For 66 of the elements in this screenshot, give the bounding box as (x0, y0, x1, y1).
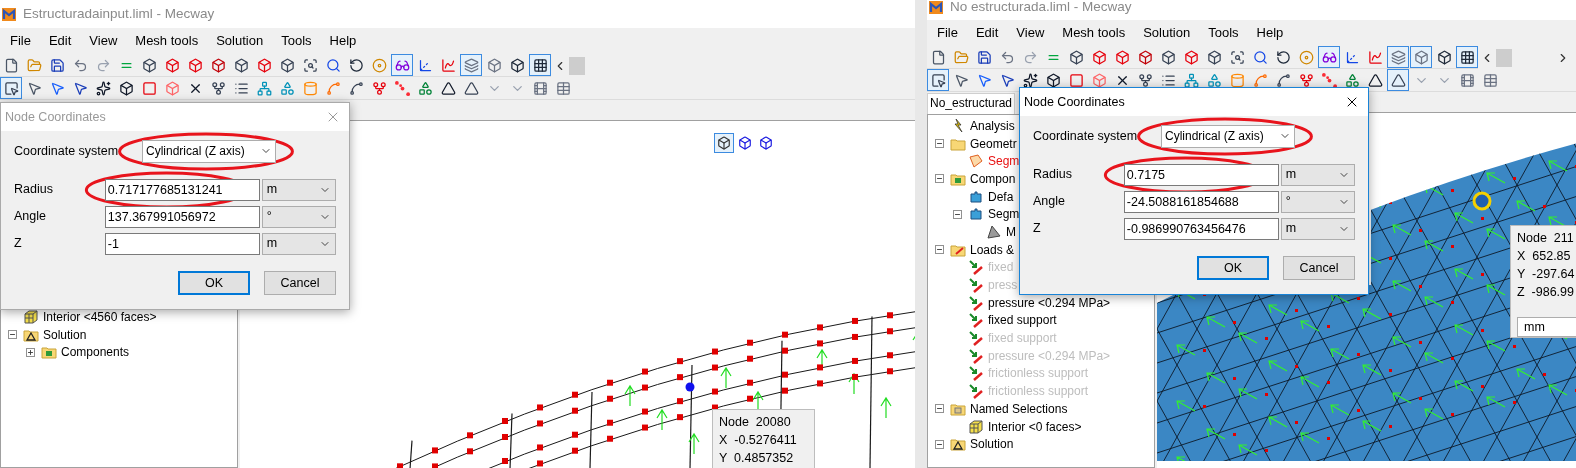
unit-select[interactable]: m (1280, 217, 1355, 240)
tooltip-text: Node 20080 (719, 414, 792, 431)
tree-item[interactable]: Analysis (970, 116, 1015, 135)
dialog-title: Node Coordinates (5, 108, 106, 126)
menu-item[interactable]: View (80, 31, 127, 51)
tree-item[interactable]: Defa (988, 187, 1014, 206)
input-field[interactable]: -1 (104, 232, 260, 255)
tree-item[interactable]: Interior <4560 faces> (43, 307, 157, 326)
unit-select[interactable]: ° (261, 205, 336, 228)
tree-item[interactable]: Solution (970, 435, 1014, 454)
menu-item[interactable]: Help (1247, 23, 1293, 43)
tree-item[interactable]: Segm (988, 205, 1020, 224)
menu-item[interactable]: Mesh tools (126, 31, 208, 51)
menu-item[interactable]: File (928, 23, 967, 43)
field-label: Radius (14, 181, 54, 199)
dialog-button[interactable]: Cancel (1283, 256, 1355, 280)
tree-item[interactable]: fixed support (988, 311, 1057, 330)
menu-item[interactable]: Mesh tools (1053, 23, 1135, 43)
menu-item[interactable]: Solution (207, 31, 273, 51)
document-tab[interactable]: No_estructurad (927, 93, 1016, 114)
coordinate-system-select[interactable]: Cylindrical (Z axis) (142, 139, 276, 163)
tree-item[interactable]: Segm (988, 152, 1020, 171)
dialog-button[interactable]: OK (1197, 256, 1269, 280)
tooltip-text: X -0.5276411 (719, 432, 798, 449)
tree-item[interactable]: Loads & (970, 240, 1015, 259)
field-label: Coordinate system (1033, 127, 1139, 145)
tree-item[interactable]: Geometr (970, 134, 1017, 153)
window-title: No estructurada.liml - Mecway (950, 0, 1132, 16)
tooltip-text: X 652.85 (1517, 248, 1570, 265)
menu-item[interactable]: Tools (272, 31, 321, 51)
coordinate-system-select[interactable]: Cylindrical (Z axis) (1161, 124, 1295, 148)
menu-item[interactable]: View (1007, 23, 1054, 43)
input-field[interactable]: -24.5088161854688 (1123, 190, 1279, 213)
field-label: Radius (1033, 166, 1073, 184)
dialog-title: Node Coordinates (1024, 93, 1125, 111)
input-field[interactable]: 0.7175 (1123, 163, 1279, 186)
tree-item[interactable]: Components (61, 343, 130, 362)
input-field[interactable]: -0.986990763456476 (1123, 217, 1279, 240)
tree-item[interactable]: Interior <0 faces> (988, 417, 1082, 436)
dialog-button[interactable]: OK (178, 271, 250, 295)
tree-item[interactable]: Solution (43, 325, 87, 344)
tree-item[interactable]: Named Selections (970, 399, 1068, 418)
field-label: Angle (14, 208, 47, 226)
menu-item[interactable]: Edit (966, 23, 1008, 43)
unit-select[interactable]: m (1280, 163, 1355, 186)
unit-select[interactable]: m (261, 232, 336, 255)
field-label: Z (14, 235, 23, 253)
unit-select[interactable]: m (261, 178, 336, 201)
unit-select[interactable]: ° (1280, 190, 1355, 213)
window-title: Estructuradainput.liml - Mecway (23, 4, 215, 23)
menu-item[interactable]: Edit (39, 31, 81, 51)
menu-item[interactable]: Help (320, 31, 366, 51)
field-label: Coordinate system (14, 142, 120, 160)
input-field[interactable]: 137.367991056972 (104, 205, 260, 228)
dialog-button[interactable]: Cancel (264, 271, 336, 295)
menu-item[interactable]: Tools (1199, 23, 1248, 43)
unit-select[interactable]: mm (1517, 317, 1576, 337)
tree-item[interactable]: M (1006, 222, 1016, 241)
menu-item[interactable]: File (1, 31, 40, 51)
field-label: Angle (1033, 193, 1066, 211)
field-label: Z (1033, 220, 1042, 238)
tree-item[interactable]: Compon (970, 169, 1016, 188)
input-field[interactable]: 0.717177685131241 (104, 178, 260, 201)
tree-item[interactable]: pressure <0.294 MPa> (988, 293, 1111, 312)
tooltip-text: Y 0.4857352 (719, 450, 795, 467)
menu-item[interactable]: Solution (1134, 23, 1200, 43)
